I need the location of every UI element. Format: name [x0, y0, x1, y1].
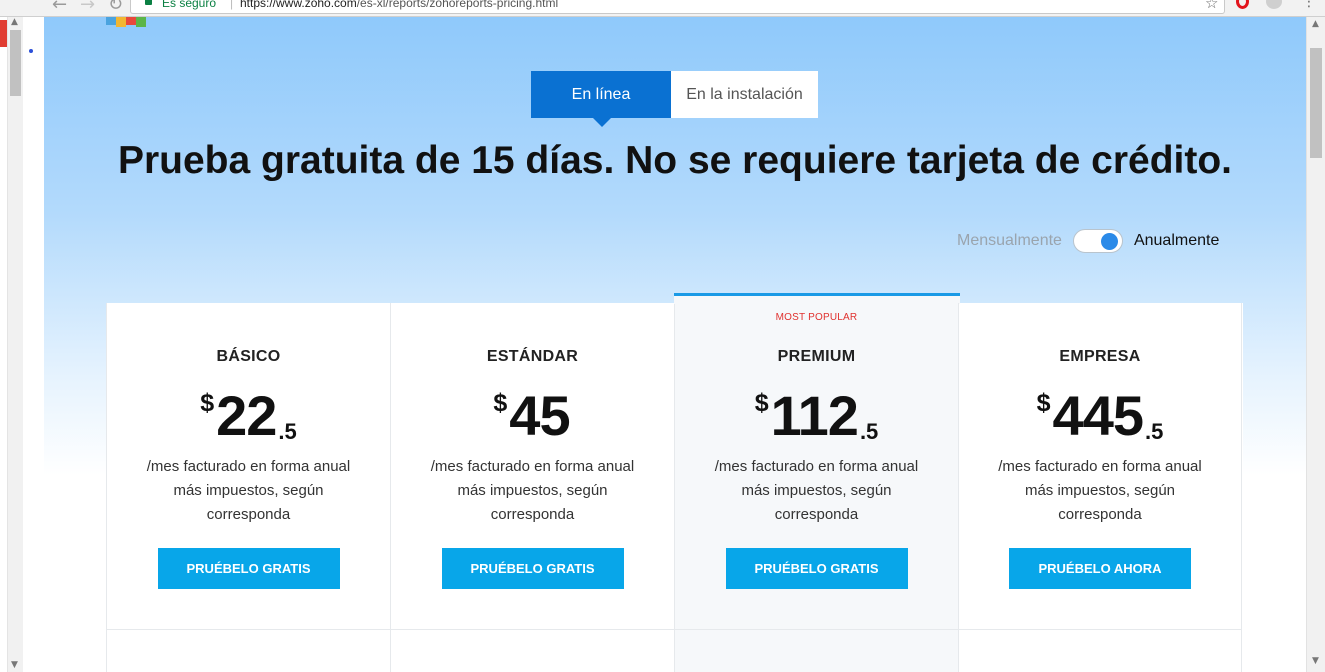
side-marker: [0, 20, 7, 47]
plan-price: $ 445 .5: [959, 385, 1241, 447]
scroll-down-icon[interactable]: ▼: [1312, 656, 1319, 666]
popular-top-extension: [674, 296, 960, 304]
plan-name: PREMIUM: [777, 348, 856, 365]
card-divider: [107, 629, 390, 630]
plan-description: /mes facturado en forma anual más impues…: [107, 455, 390, 527]
price-integer: 22: [216, 384, 277, 447]
price-integer: 112: [770, 384, 859, 447]
tab-online[interactable]: En línea: [531, 71, 671, 127]
url-separator: |: [230, 0, 234, 10]
plan-name: BÁSICO: [216, 348, 281, 365]
plan-description: /mes facturado en forma anual más impues…: [959, 455, 1241, 527]
price-decimal: .5: [278, 419, 297, 444]
plan-card-premium: MOST POPULAR PREMIUM $ 112 .5 /mes factu…: [674, 293, 960, 672]
desc-line: corresponda: [774, 506, 859, 523]
left-scrollbar[interactable]: ▲ ▼: [7, 17, 23, 672]
pricing-page: En línea En la instalación Prueba gratui…: [44, 17, 1306, 672]
plan-price: $ 45: [391, 385, 674, 447]
star-icon[interactable]: ☆: [1205, 0, 1218, 12]
plan-price: $ 112 .5: [675, 385, 958, 447]
desc-line: corresponda: [206, 506, 291, 523]
try-now-button-enterprise[interactable]: PRUÉBELO AHORA: [1009, 548, 1191, 589]
plan-name: ESTÁNDAR: [486, 348, 579, 365]
price-currency: $: [754, 389, 769, 417]
url-host: https://www.zoho.com: [240, 0, 357, 10]
url-path: /es-xl/reports/zohoreports-pricing.html: [356, 0, 559, 10]
deployment-tabs: En línea En la instalación: [531, 71, 818, 127]
monthly-label[interactable]: Mensualmente: [957, 232, 1062, 250]
desc-line: más impuestos, según: [457, 482, 608, 499]
desc-line: /mes facturado en forma anual: [998, 458, 1202, 475]
billing-toggle-group: Mensualmente Anualmente: [957, 228, 1219, 254]
scroll-thumb[interactable]: [10, 30, 21, 96]
toggle-knob: [1100, 233, 1118, 250]
plan-name: EMPRESA: [1059, 348, 1141, 365]
browser-toolbar: ← → ↻ Es seguro | https://www.zoho.com/e…: [0, 0, 1325, 17]
most-popular-badge: MOST POPULAR: [775, 312, 858, 323]
price-integer: 45: [509, 384, 570, 447]
plan-card-standard: ESTÁNDAR $ 45 /mes facturado en forma an…: [390, 303, 674, 672]
card-divider: [675, 629, 958, 630]
try-free-button-standard[interactable]: PRUÉBELO GRATIS: [441, 548, 624, 589]
lock-icon: [145, 0, 152, 5]
price-currency: $: [493, 389, 508, 417]
pricing-plans: BÁSICO $ 22 .5 /mes facturado en forma a…: [106, 293, 1243, 672]
secure-label: Es seguro: [162, 0, 217, 10]
card-divider: [391, 629, 674, 630]
arrow-right-icon[interactable]: →: [80, 0, 95, 15]
card-divider: [959, 629, 1241, 630]
plan-description: /mes facturado en forma anual más impues…: [391, 455, 674, 527]
page-headline: Prueba gratuita de 15 días. No se requie…: [117, 139, 1233, 182]
desc-line: más impuestos, según: [1024, 482, 1176, 499]
desc-line: /mes facturado en forma anual: [146, 458, 351, 475]
opera-extension-icon[interactable]: [1236, 0, 1249, 9]
plan-description: /mes facturado en forma anual más impues…: [675, 455, 958, 527]
zoho-logo-icon: [106, 17, 146, 27]
try-free-button-basic[interactable]: PRUÉBELO GRATIS: [157, 548, 340, 589]
arrow-left-icon[interactable]: ←: [52, 0, 67, 15]
extension-icon[interactable]: [1266, 0, 1282, 9]
desc-line: corresponda: [490, 506, 575, 523]
scroll-up-icon[interactable]: ▲: [1312, 19, 1319, 29]
desc-line: /mes facturado en forma anual: [430, 458, 635, 475]
try-free-button-premium[interactable]: PRUÉBELO GRATIS: [725, 548, 908, 589]
tab-on-premise[interactable]: En la instalación: [671, 71, 818, 118]
bullet-dot: [29, 49, 33, 53]
price-decimal: .5: [1144, 419, 1164, 444]
scroll-thumb[interactable]: [1310, 48, 1322, 158]
reload-icon[interactable]: ↻: [108, 0, 123, 15]
plan-card-enterprise: EMPRESA $ 445 .5 /mes facturado en forma…: [958, 303, 1242, 672]
price-currency: $: [1036, 389, 1051, 417]
desc-line: más impuestos, según: [173, 482, 324, 499]
price-currency: $: [200, 389, 215, 417]
plan-price: $ 22 .5: [107, 385, 390, 447]
scroll-up-icon[interactable]: ▲: [11, 17, 18, 27]
scroll-down-icon[interactable]: ▼: [11, 660, 18, 670]
price-integer: 445: [1052, 384, 1144, 447]
desc-line: corresponda: [1058, 506, 1142, 523]
billing-toggle[interactable]: [1072, 229, 1123, 253]
desc-line: más impuestos, según: [741, 482, 892, 499]
url-text[interactable]: https://www.zoho.com/es-xl/reports/zohor…: [240, 0, 558, 10]
kebab-menu-icon[interactable]: ⋮: [1302, 0, 1316, 10]
page-scrollbar[interactable]: ▲ ▼: [1306, 17, 1325, 672]
annual-label[interactable]: Anualmente: [1134, 232, 1219, 250]
desc-line: /mes facturado en forma anual: [714, 458, 919, 475]
plan-card-basic: BÁSICO $ 22 .5 /mes facturado en forma a…: [106, 303, 390, 672]
price-decimal: .5: [859, 419, 879, 444]
